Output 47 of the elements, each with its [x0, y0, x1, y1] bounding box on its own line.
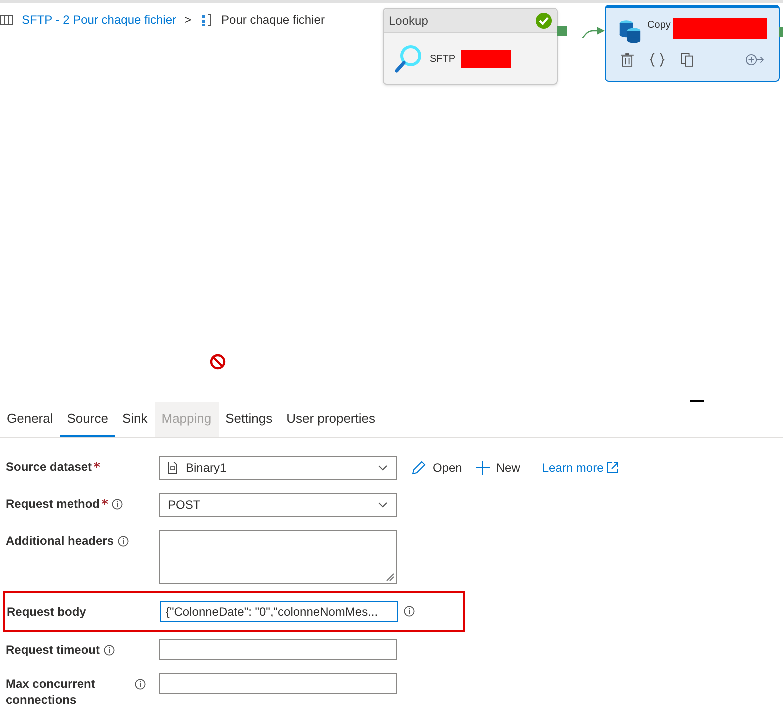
field-label: Source dataset: [6, 459, 92, 475]
text-input[interactable]: {"ColonneDate": "0","colonneNomMes...: [160, 601, 398, 622]
pencil-icon: [411, 460, 427, 476]
tab[interactable]: User properties: [280, 402, 382, 437]
tab[interactable]: General: [0, 402, 60, 437]
field-label: Request body: [7, 604, 86, 620]
search-icon: [394, 45, 422, 73]
new-button[interactable]: New: [476, 459, 520, 477]
field-label: Request timeout: [6, 642, 100, 658]
activity-type: Lookup: [389, 12, 428, 30]
field-label: Additional headers: [6, 533, 114, 549]
resize-grip-icon: [386, 573, 395, 582]
tab[interactable]: Sink: [115, 402, 155, 437]
redaction-block: [460, 50, 511, 68]
dropdown[interactable]: Binary1: [159, 456, 397, 480]
copy-activity[interactable]: Copy: [605, 5, 780, 82]
activity-name: Copy: [648, 19, 671, 33]
dropdown[interactable]: POST: [159, 493, 397, 517]
lookup-activity[interactable]: Lookup SFTP: [383, 8, 558, 85]
delete-icon: [621, 52, 634, 68]
pipeline-icon: [0, 14, 14, 26]
plus-icon: [476, 461, 490, 475]
open-button[interactable]: Open: [411, 459, 462, 477]
activity-name: SFTP: [430, 52, 456, 66]
headers-textarea[interactable]: [159, 530, 397, 584]
database-icon: [618, 18, 642, 45]
copy-icon: [680, 52, 694, 68]
tab[interactable]: Settings: [218, 402, 280, 437]
text-input[interactable]: [159, 639, 397, 660]
field-label: Max concurrent connections: [6, 676, 96, 708]
connect-icon: [746, 52, 764, 68]
chevron-down-icon: [378, 502, 388, 508]
learn-more-link[interactable]: Learn more: [542, 459, 619, 477]
code-icon: [650, 52, 665, 68]
external-link-icon: [606, 462, 619, 474]
blocked-icon: [210, 354, 226, 370]
breadcrumb-item[interactable]: Pour chaque fichier: [222, 11, 325, 29]
chevron-down-icon: [378, 465, 388, 471]
breadcrumb-separator: >: [184, 12, 192, 29]
output-handle[interactable]: [779, 27, 783, 37]
tab[interactable]: Source: [60, 402, 116, 437]
foreach-icon: [200, 14, 214, 26]
breadcrumb-item[interactable]: SFTP - 2 Pour chaque fichier: [22, 11, 177, 29]
connector-arrow: [557, 26, 605, 38]
field-label: Request method: [6, 496, 100, 512]
resize-handle[interactable]: [690, 400, 704, 402]
text-input[interactable]: [159, 673, 397, 694]
